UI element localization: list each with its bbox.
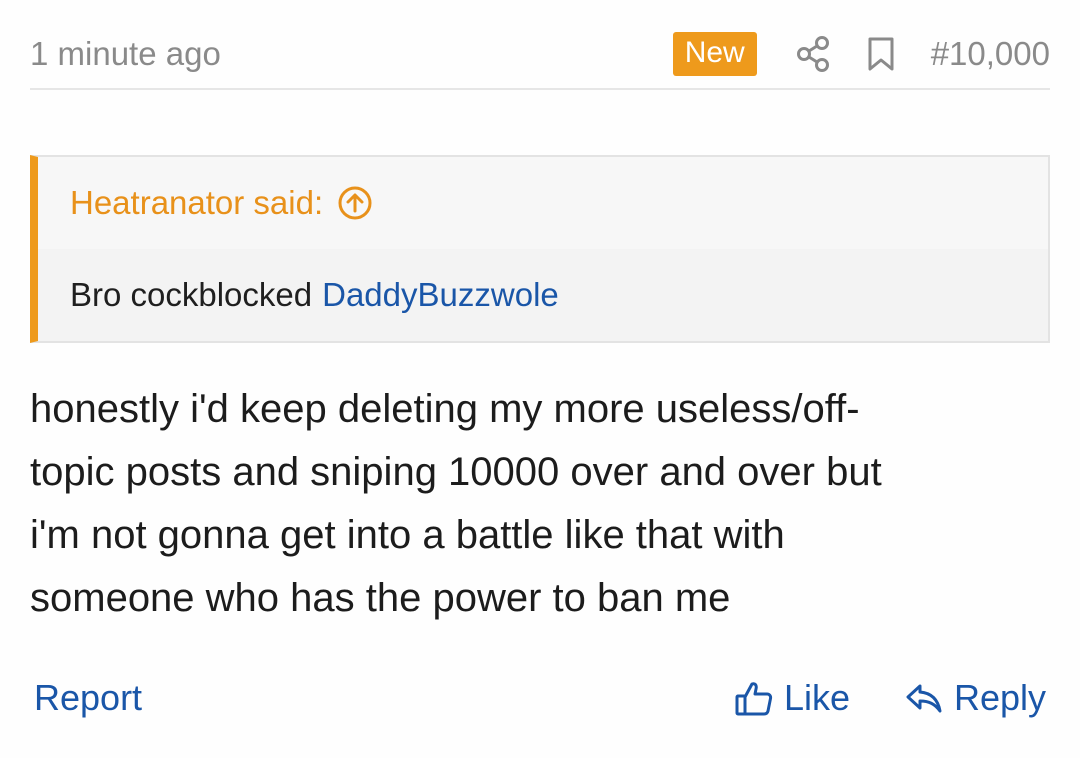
arrow-up-circle-icon[interactable] bbox=[337, 185, 373, 221]
quote-block: Heatranator said: Bro cockblocked DaddyB… bbox=[30, 155, 1050, 343]
quote-text: Bro cockblocked bbox=[70, 276, 313, 313]
message-line: honestly i'd keep deleting my more usele… bbox=[30, 387, 860, 431]
new-badge: New bbox=[672, 32, 757, 76]
quote-content: Bro cockblocked DaddyBuzzwole bbox=[38, 249, 1048, 341]
post-timestamp[interactable]: 1 minute ago bbox=[30, 35, 221, 73]
reply-label: Reply bbox=[954, 677, 1047, 718]
reply-button[interactable]: Reply bbox=[904, 672, 1046, 724]
message-line: topic posts and sniping 10000 over and o… bbox=[30, 450, 882, 494]
reply-icon bbox=[904, 678, 944, 718]
forum-post: 1 minute ago New #10,000 Heatranator sai… bbox=[0, 0, 1080, 758]
quote-title[interactable]: Heatranator said: bbox=[38, 157, 1048, 249]
share-icon[interactable] bbox=[795, 34, 831, 74]
report-button[interactable]: Report bbox=[34, 672, 142, 724]
post-number-link[interactable]: #10,000 bbox=[931, 35, 1050, 73]
bookmark-icon[interactable] bbox=[863, 34, 899, 74]
like-label: Like bbox=[784, 677, 851, 718]
post-header-actions: New #10,000 bbox=[672, 32, 1050, 76]
post-message: honestly i'd keep deleting my more usele… bbox=[30, 378, 1040, 630]
header-divider bbox=[30, 88, 1050, 90]
thumbs-up-icon bbox=[734, 678, 774, 718]
message-line: i'm not gonna get into a battle like tha… bbox=[30, 513, 785, 557]
user-mention-link[interactable]: DaddyBuzzwole bbox=[322, 276, 559, 314]
post-header: 1 minute ago New #10,000 bbox=[30, 26, 1050, 82]
message-line: someone who has the power to ban me bbox=[30, 576, 731, 620]
like-button[interactable]: Like bbox=[734, 672, 850, 724]
quote-author: Heatranator said: bbox=[70, 184, 324, 221]
